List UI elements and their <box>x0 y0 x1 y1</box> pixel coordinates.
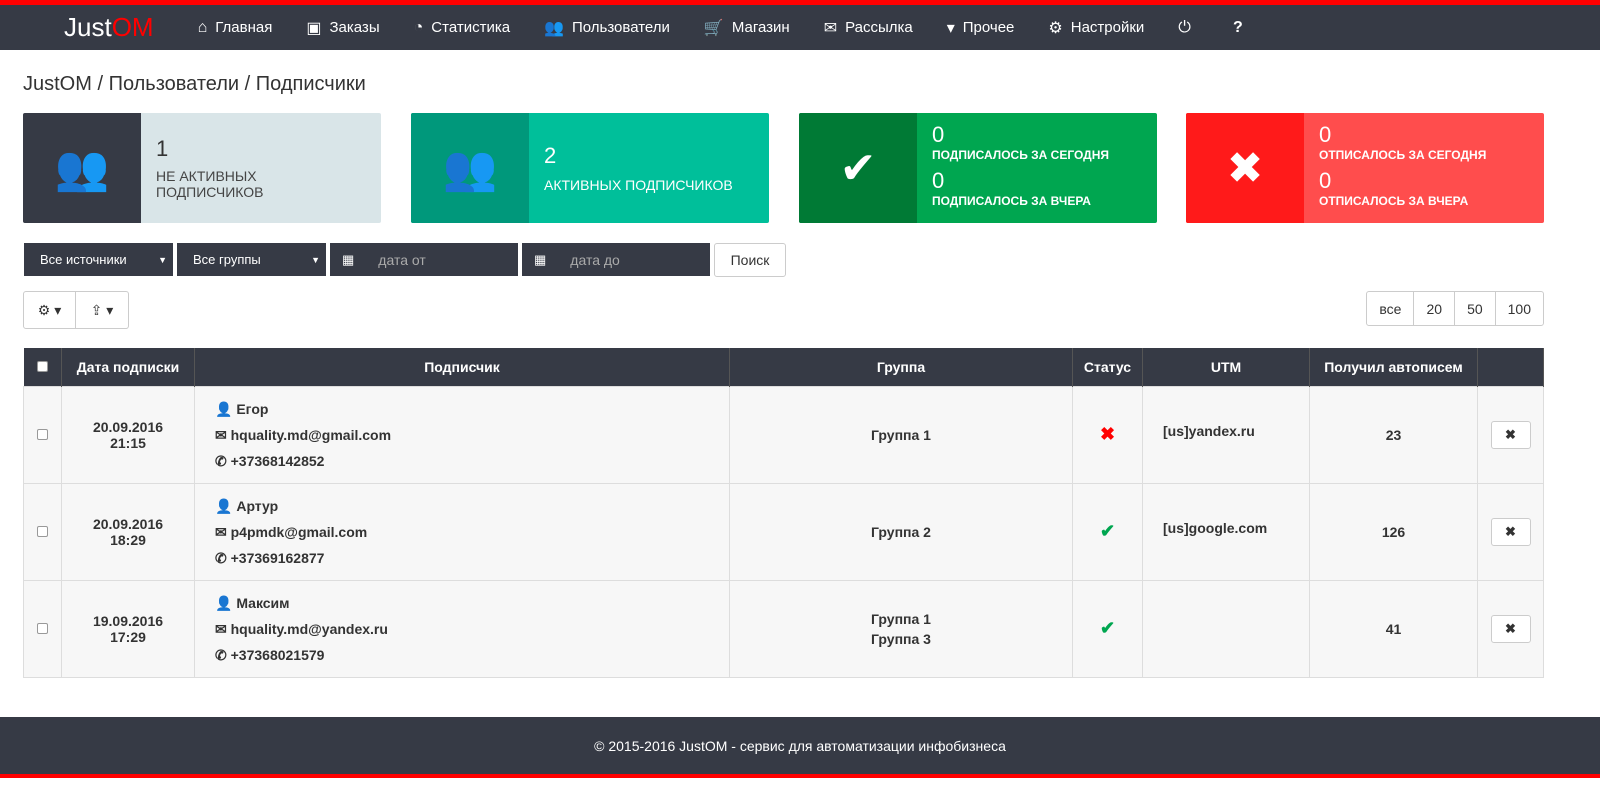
nav-home[interactable]: ⌂ Главная <box>198 18 273 38</box>
phone-icon: ✆ <box>215 646 227 663</box>
other-icon: ▾ <box>946 19 955 37</box>
user-icon: 👤 <box>215 400 233 417</box>
phone-icon: ✆ <box>215 549 227 566</box>
col-utm[interactable]: UTM <box>1142 348 1310 386</box>
nav-other[interactable]: ▾ Прочее <box>947 18 1015 38</box>
delete-button[interactable]: ✖ <box>1490 517 1531 546</box>
mailing-icon: ✉ <box>823 19 838 37</box>
col-date[interactable]: Дата подписки <box>61 348 195 386</box>
question-icon: ? <box>1232 18 1243 36</box>
users-icon: 👥 <box>23 113 141 223</box>
card-unsubscribed: ✖ 0 ОТПИСАЛОСЬ ЗА СЕГОДНЯ 0 ОТПИСАЛОСЬ ЗА В… <box>1186 113 1544 223</box>
nav-orders[interactable]: ▣ Заказы <box>306 18 379 38</box>
caret-down-icon: ▼ <box>311 254 320 265</box>
calendar-icon: ▦ <box>534 251 547 267</box>
users-icon: 👥 <box>544 19 564 37</box>
envelope-icon: ✉ <box>215 620 227 637</box>
nav-settings[interactable]: ⚙ Настройки <box>1048 18 1144 38</box>
date-to-input[interactable]: ▦ дата до <box>522 243 710 276</box>
check-icon: ✔ <box>1099 521 1116 541</box>
logo[interactable]: JustOM <box>64 12 154 43</box>
bottom-accent <box>0 774 1600 794</box>
nav-users[interactable]: 👥 Пользователи <box>544 18 670 38</box>
user-icon: 👤 <box>215 594 233 611</box>
export-dropdown[interactable]: ⇪ ▾ <box>75 291 129 329</box>
status-badge: ✔ <box>1072 482 1143 581</box>
footer: © 2015-2016 JustOM - сервис для автомати… <box>0 717 1600 774</box>
col-group[interactable]: Группа <box>729 348 1073 386</box>
delete-button[interactable]: ✖ <box>1490 614 1531 643</box>
page-size-100[interactable]: 100 <box>1494 291 1544 326</box>
phone-icon: ✆ <box>215 452 227 469</box>
search-button[interactable]: Поиск <box>714 243 786 277</box>
page-size-50[interactable]: 50 <box>1454 291 1496 326</box>
row-checkbox[interactable] <box>37 428 48 440</box>
page-size-все[interactable]: все <box>1366 291 1415 326</box>
card-active: 👥 2 АКТИВНЫХ ПОДПИСЧИКОВ <box>411 113 769 223</box>
page-size-selector: все 20 50 100 <box>1366 291 1544 326</box>
status-badge: ✔ <box>1072 579 1143 678</box>
status-badge: ✖ <box>1072 385 1143 484</box>
source-select[interactable]: Все источники ▼ <box>24 243 173 276</box>
caret-down-icon: ▼ <box>158 254 167 265</box>
settings-icon: ⚙ <box>1048 19 1063 37</box>
card-subscribed: ✔ 0 ПОДПИСАЛОСЬ ЗА СЕГОДНЯ 0 ПОДПИСАЛОСЬ ЗА… <box>799 113 1157 223</box>
page-size-20[interactable]: 20 <box>1413 291 1456 326</box>
card-inactive: 👥 1 НЕ АКТИВНЫХ ПОДПИСЧИКОВ <box>23 113 381 223</box>
envelope-icon: ✉ <box>215 426 227 443</box>
calendar-icon: ▦ <box>342 251 355 267</box>
nav-mailing[interactable]: ✉ Рассылка <box>824 18 913 38</box>
breadcrumb: JustOM / Пользователи / Подписчики <box>23 73 366 95</box>
col-autoletters[interactable]: Получил автописем <box>1309 348 1478 386</box>
logout-button[interactable]: ⏻ <box>1178 19 1199 37</box>
subscribers-table: Дата подписки Подписчик Группа Статус UT… <box>23 348 1544 678</box>
help-button[interactable]: ? <box>1233 19 1251 37</box>
envelope-icon: ✉ <box>215 523 227 540</box>
cross-icon: ✖ <box>1099 424 1116 444</box>
navbar: JustOM ⌂ Главная ▣ Заказы ◔ Статистика 👥 Пользо… <box>0 5 1600 50</box>
users-icon: 👥 <box>411 113 529 223</box>
table-row: 20.09.2016 21:15 👤 Егор ✉ hquality.md@gmai… <box>23 385 1544 484</box>
stats-icon: ◔ <box>413 18 424 36</box>
check-icon: ✔ <box>799 113 917 223</box>
select-all-checkbox[interactable] <box>36 360 48 372</box>
upload-icon: ⇪ ▾ <box>90 301 114 318</box>
power-icon: ⏻ <box>1178 18 1191 36</box>
col-subscriber[interactable]: Подписчик <box>194 348 730 386</box>
gear-icon: ⚙ ▾ <box>37 301 62 318</box>
settings-dropdown[interactable]: ⚙ ▾ <box>23 291 76 329</box>
table-row: 20.09.2016 18:29 👤 Артур ✉ p4pmdk@gmail.co… <box>23 482 1544 581</box>
cross-icon: ✖ <box>1186 113 1304 223</box>
nav-stats[interactable]: ◔ Статистика <box>414 18 510 38</box>
home-icon: ⌂ <box>197 18 208 36</box>
date-from-input[interactable]: ▦ дата от <box>330 243 518 276</box>
group-select[interactable]: Все группы ▼ <box>177 243 326 276</box>
shop-icon: 🛒 <box>703 19 724 37</box>
nav-shop[interactable]: 🛒 Магазин <box>704 18 790 38</box>
table-row: 19.09.2016 17:29 👤 Максим ✉ hquality.md@ya… <box>23 579 1544 678</box>
row-checkbox[interactable] <box>37 622 48 634</box>
delete-button[interactable]: ✖ <box>1490 420 1531 449</box>
orders-icon: ▣ <box>306 19 322 37</box>
row-checkbox[interactable] <box>37 525 48 537</box>
user-icon: 👤 <box>215 497 233 514</box>
col-status[interactable]: Статус <box>1072 348 1143 386</box>
check-icon: ✔ <box>1099 618 1116 638</box>
